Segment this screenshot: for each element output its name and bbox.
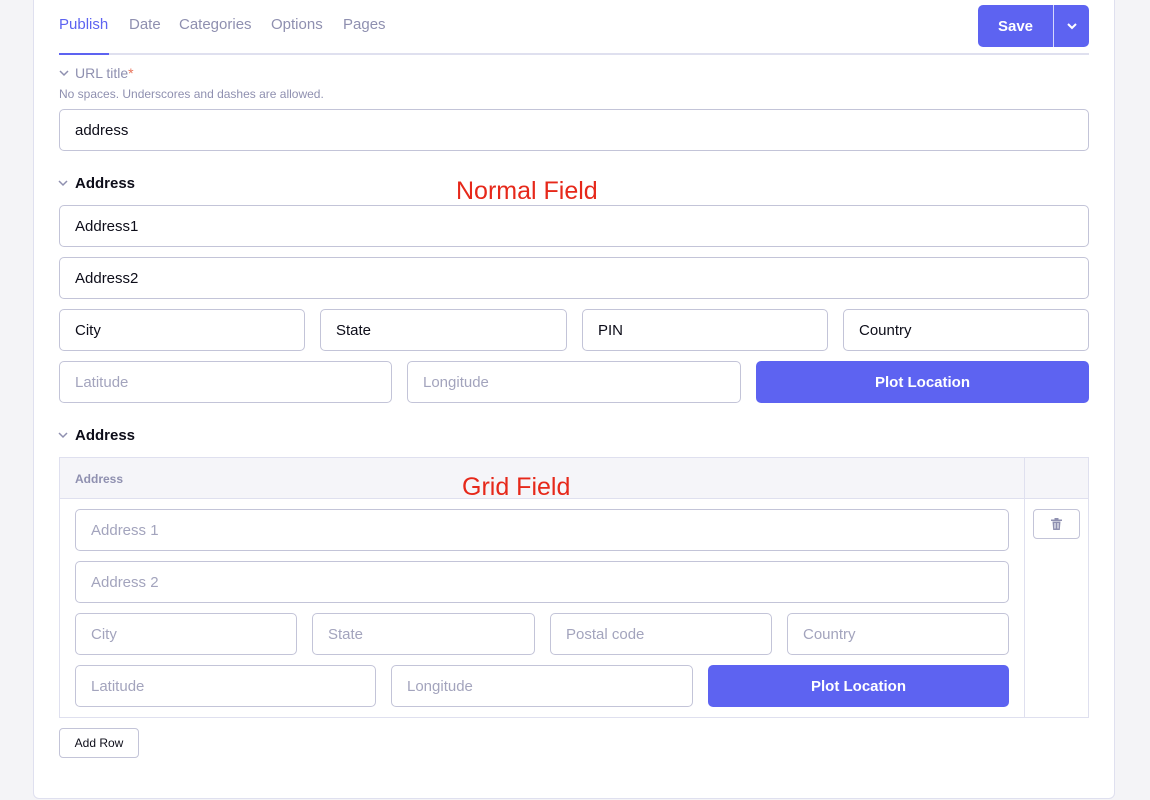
chevron-down-icon[interactable] [58, 430, 68, 440]
url-title-label: URL title* [75, 65, 134, 81]
state-input[interactable]: State [320, 309, 567, 351]
address-field-label: Address [75, 175, 136, 192]
chevron-down-icon[interactable] [58, 178, 68, 188]
latitude-input[interactable]: Latitude [59, 361, 392, 403]
active-tab-indicator [59, 53, 109, 55]
longitude-input[interactable]: Longitude [407, 361, 741, 403]
grid-header: Address [60, 458, 1088, 499]
grid-address1-input[interactable]: Address 1 [75, 509, 1009, 551]
chevron-down-icon[interactable] [59, 68, 69, 78]
grid-field-label: Address [75, 427, 136, 444]
save-options-button[interactable] [1054, 5, 1089, 47]
normal-field-annotation: Normal Field [456, 177, 598, 205]
city-input[interactable]: City [59, 309, 305, 351]
save-button[interactable]: Save [978, 5, 1053, 47]
address2-input[interactable]: Address2 [59, 257, 1089, 299]
grid-column-divider [1024, 458, 1025, 717]
tab-options[interactable]: Options [271, 16, 323, 33]
grid-country-input[interactable]: Country [787, 613, 1009, 655]
url-title-label-text: URL title [75, 65, 129, 81]
url-title-hint: No spaces. Underscores and dashes are al… [59, 87, 324, 101]
grid-postal-code-input[interactable]: Postal code [550, 613, 772, 655]
grid-latitude-input[interactable]: Latitude [75, 665, 376, 707]
tab-categories[interactable]: Categories [179, 16, 252, 33]
required-marker: * [128, 65, 134, 81]
grid-state-input[interactable]: State [312, 613, 535, 655]
plot-location-button[interactable]: Plot Location [756, 361, 1089, 403]
address1-input[interactable]: Address1 [59, 205, 1089, 247]
grid-address2-input[interactable]: Address 2 [75, 561, 1009, 603]
tab-publish[interactable]: Publish [59, 16, 108, 33]
remove-row-button[interactable] [1033, 509, 1080, 539]
trash-icon [1051, 518, 1062, 530]
pin-input[interactable]: PIN [582, 309, 828, 351]
tab-bar: Publish Date Categories Options Pages [59, 0, 1089, 55]
chevron-down-icon [1066, 22, 1077, 29]
grid-plot-location-button[interactable]: Plot Location [708, 665, 1009, 707]
url-title-input[interactable]: address [59, 109, 1089, 151]
add-row-button[interactable]: Add Row [59, 728, 139, 758]
grid-column-header: Address [75, 472, 124, 486]
grid-city-input[interactable]: City [75, 613, 297, 655]
grid-field-annotation: Grid Field [462, 473, 571, 501]
country-input[interactable]: Country [843, 309, 1089, 351]
save-button-group: Save [978, 5, 1089, 47]
tab-pages[interactable]: Pages [343, 16, 386, 33]
grid-longitude-input[interactable]: Longitude [391, 665, 693, 707]
tab-date[interactable]: Date [129, 16, 161, 33]
